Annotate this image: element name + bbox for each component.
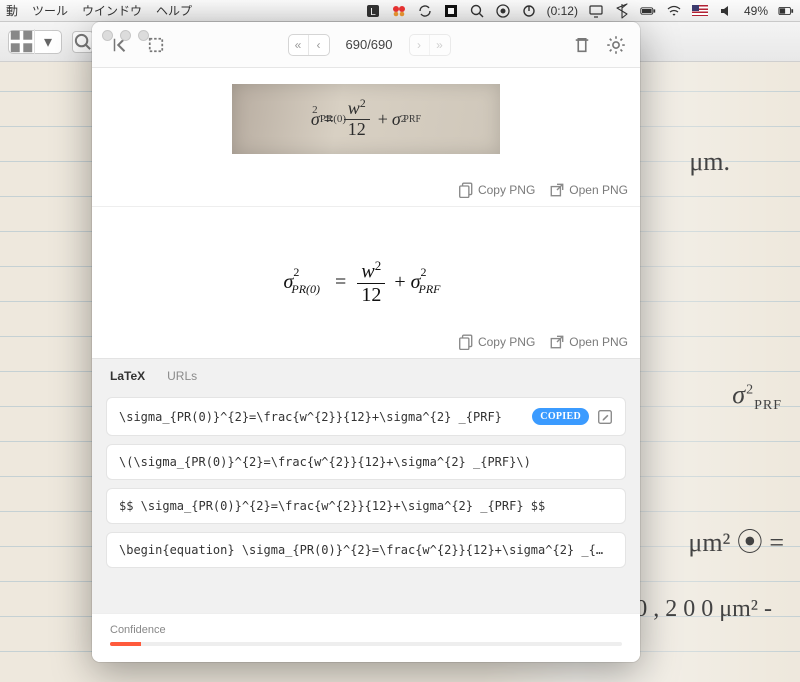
- tab-latex[interactable]: LaTeX: [110, 369, 145, 389]
- menubar-item[interactable]: ツール: [32, 2, 68, 19]
- handwriting: 2 0 , 2 0 0 μm² -: [617, 596, 772, 623]
- page-counter: 690/690: [336, 37, 403, 52]
- open-png-label: Open PNG: [569, 335, 628, 349]
- menubar-item[interactable]: ヘルプ: [156, 2, 192, 19]
- tab-urls[interactable]: URLs: [167, 369, 197, 389]
- timer-text[interactable]: (0:12): [547, 4, 578, 18]
- gear-icon[interactable]: [606, 35, 626, 55]
- butterfly-icon[interactable]: [391, 3, 407, 19]
- copy-icon: [458, 334, 474, 350]
- svg-text:L: L: [370, 7, 376, 18]
- confidence-label: Confidence: [110, 624, 622, 636]
- battery-bar-icon[interactable]: [640, 3, 656, 19]
- latex-row[interactable]: $$ \sigma_{PR(0)}^{2}=\frac{w^{2}}{12}+\…: [106, 488, 626, 524]
- source-image-panel: σPR(0)2 = w212 + σ2PRF Copy PNG Open PNG: [92, 68, 640, 206]
- view-segmented[interactable]: ▾: [8, 30, 62, 54]
- zoom-icon[interactable]: [72, 31, 94, 53]
- battery-text: 49%: [744, 4, 768, 18]
- prev-icon[interactable]: ‹: [309, 35, 329, 55]
- menubar-item[interactable]: 動: [6, 2, 18, 19]
- confidence-fill: [110, 642, 141, 646]
- source-snippet: σPR(0)2 = w212 + σ2PRF: [232, 84, 500, 154]
- copy-png-button[interactable]: Copy PNG: [458, 182, 535, 198]
- copy-icon: [458, 182, 474, 198]
- open-png-button[interactable]: Open PNG: [549, 334, 628, 350]
- magnify-q-icon[interactable]: [469, 3, 485, 19]
- popup-toolbar: «‹ 690/690 ›»: [92, 22, 640, 68]
- latex-output-list: \sigma_{PR(0)}^{2}=\frac{w^{2}}{12}+\sig…: [92, 397, 640, 613]
- latex-row[interactable]: \begin{equation} \sigma_{PR(0)}^{2}=\fra…: [106, 532, 626, 568]
- app-l-icon[interactable]: L: [365, 3, 381, 19]
- copy-png-label: Copy PNG: [478, 335, 535, 349]
- wifi-icon[interactable]: [666, 3, 682, 19]
- bluetooth-icon[interactable]: [614, 3, 630, 19]
- battery-small-icon: [778, 3, 794, 19]
- last-icon[interactable]: »: [430, 35, 450, 55]
- rendered-panel: σ2PR(0) = w212 + σ2PRF Copy PNG Open PNG: [92, 206, 640, 358]
- edit-icon[interactable]: [597, 409, 613, 425]
- confidence-bar: [110, 642, 622, 646]
- nav-first-prev[interactable]: «‹: [288, 34, 330, 56]
- flag-us-icon[interactable]: [692, 5, 708, 16]
- copy-png-label: Copy PNG: [478, 183, 535, 197]
- cloud-icon[interactable]: [495, 3, 511, 19]
- chevron-down-icon[interactable]: ▾: [35, 32, 61, 52]
- power-icon[interactable]: [521, 3, 537, 19]
- latex-text: \(\sigma_{PR(0)}^{2}=\frac{w^{2}}{12}+\s…: [119, 455, 613, 469]
- copied-badge: COPIED: [532, 408, 589, 425]
- latex-row[interactable]: \(\sigma_{PR(0)}^{2}=\frac{w^{2}}{12}+\s…: [106, 444, 626, 480]
- handwriting: σ2PRF: [732, 380, 782, 414]
- crop-icon[interactable]: [146, 35, 166, 55]
- mathpix-popup: «‹ 690/690 ›» σPR(0)2 = w212 + σ2PRF Cop…: [92, 22, 640, 662]
- external-icon: [549, 182, 565, 198]
- handwriting: μm.: [689, 147, 730, 177]
- trash-icon[interactable]: [572, 35, 592, 55]
- first-icon[interactable]: «: [289, 35, 309, 55]
- copy-png-button[interactable]: Copy PNG: [458, 334, 535, 350]
- open-png-label: Open PNG: [569, 183, 628, 197]
- latex-row[interactable]: \sigma_{PR(0)}^{2}=\frac{w^{2}}{12}+\sig…: [106, 397, 626, 436]
- output-tabs: LaTeX URLs: [92, 358, 640, 397]
- nav-next-last[interactable]: ›»: [409, 34, 451, 56]
- latex-text: \sigma_{PR(0)}^{2}=\frac{w^{2}}{12}+\sig…: [119, 410, 524, 424]
- latex-text: $$ \sigma_{PR(0)}^{2}=\frac{w^{2}}{12}+\…: [119, 499, 613, 513]
- grid-icon[interactable]: [9, 29, 35, 54]
- volume-icon[interactable]: [718, 3, 734, 19]
- screenshare-icon[interactable]: [588, 3, 604, 19]
- open-png-button[interactable]: Open PNG: [549, 182, 628, 198]
- sync-icon[interactable]: [417, 3, 433, 19]
- menubar-item[interactable]: ウインドウ: [82, 2, 142, 19]
- latex-text: \begin{equation} \sigma_{PR(0)}^{2}=\fra…: [119, 543, 613, 557]
- mac-menubar: 動 ツール ウインドウ ヘルプ L (0:12) 49%: [0, 0, 800, 22]
- handwriting: μm² ⦿ =: [688, 522, 784, 559]
- window-traffic-lights[interactable]: [102, 30, 149, 41]
- confidence-section: Confidence: [92, 613, 640, 662]
- box-icon[interactable]: [443, 3, 459, 19]
- next-icon[interactable]: ›: [410, 35, 430, 55]
- external-icon: [549, 334, 565, 350]
